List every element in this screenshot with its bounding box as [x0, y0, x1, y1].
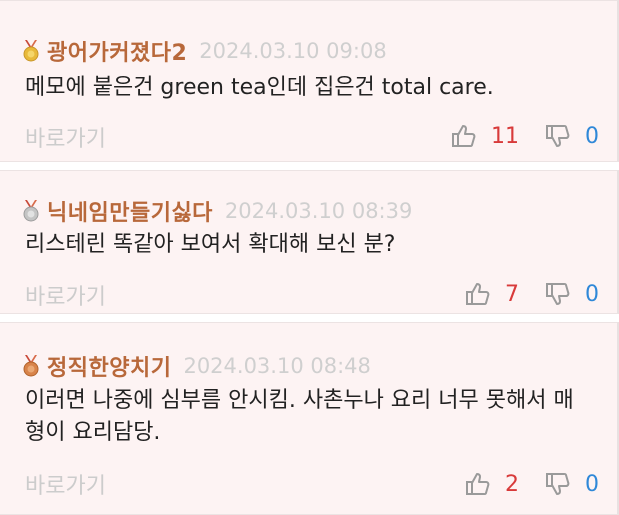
thumbs-up-icon[interactable] [465, 281, 491, 307]
bronze-medal-icon [23, 355, 39, 377]
thumbs-up-icon[interactable] [451, 123, 477, 149]
thumbs-down-icon[interactable] [545, 471, 571, 497]
gold-medal-icon [23, 40, 39, 62]
goto-link[interactable]: 바로가기 [25, 468, 106, 500]
upvote-count: 7 [505, 281, 519, 307]
comment-text: 메모에 붙은건 green tea인데 집은건 total care. [25, 75, 494, 100]
comment-item: 닉네임만들기싫다 2024.03.10 08:39 리스테린 똑같아 보여서 확… [0, 170, 619, 314]
silver-medal-icon [23, 200, 39, 222]
vote-controls: 11 0 [451, 123, 617, 149]
thumbs-down-icon[interactable] [545, 281, 571, 307]
goto-link[interactable]: 바로가기 [25, 279, 106, 311]
comment-author[interactable]: 정직한양치기 [47, 350, 171, 382]
comment-item: 광어가커졌다2 2024.03.10 09:08 메모에 붙은건 green t… [0, 0, 619, 162]
downvote-count: 0 [585, 471, 599, 497]
comment-author[interactable]: 닉네임만들기싫다 [47, 195, 213, 227]
comment-header: 닉네임만들기싫다 2024.03.10 08:39 [22, 195, 412, 227]
vote-controls: 7 0 [465, 281, 617, 307]
upvote-count: 2 [505, 471, 519, 497]
comment-date: 2024.03.10 09:08 [199, 39, 387, 63]
comment-date: 2024.03.10 08:39 [224, 199, 413, 223]
comment-header: 정직한양치기 2024.03.10 08:48 [22, 350, 371, 382]
vote-controls: 2 0 [465, 471, 617, 497]
downvote-count: 0 [585, 281, 599, 307]
upvote-count: 11 [491, 123, 519, 149]
thumbs-down-icon[interactable] [545, 123, 571, 149]
comment-header: 광어가커졌다2 2024.03.10 09:08 [22, 35, 387, 67]
goto-link[interactable]: 바로가기 [25, 121, 106, 153]
comment-text: 이러면 나중에 심부름 안시킴. 사촌누나 요리 너무 못해서 매형이 요리담당… [25, 388, 574, 445]
comment-author[interactable]: 광어가커졌다2 [47, 35, 187, 67]
downvote-count: 0 [585, 123, 599, 149]
comment-item: 정직한양치기 2024.03.10 08:48 이러면 나중에 심부름 안시킴.… [0, 322, 619, 515]
thumbs-up-icon[interactable] [465, 471, 491, 497]
comment-text: 리스테린 똑같아 보여서 확대해 보신 분? [25, 232, 396, 257]
comment-date: 2024.03.10 08:48 [183, 354, 371, 378]
comment-list: 광어가커졌다2 2024.03.10 09:08 메모에 붙은건 green t… [0, 0, 619, 515]
